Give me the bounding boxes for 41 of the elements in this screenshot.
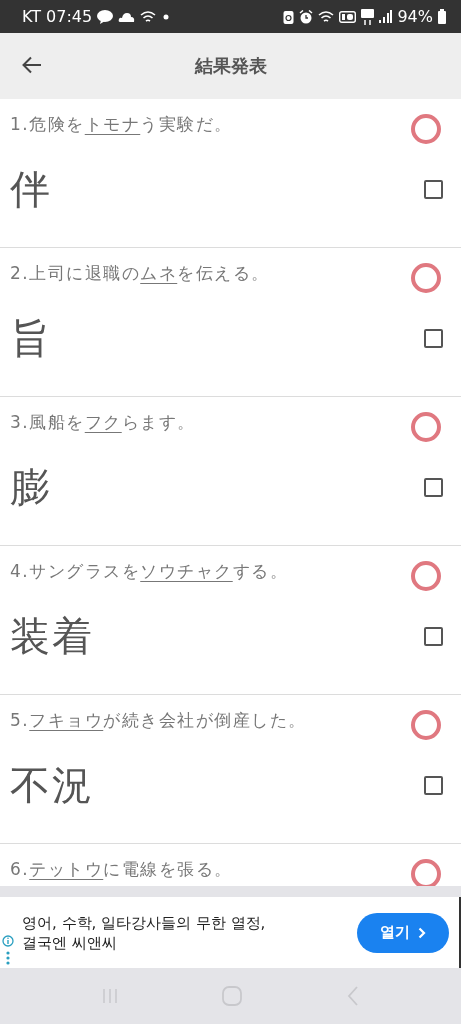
more-options-icon[interactable] bbox=[6, 951, 10, 965]
open-button[interactable]: 열기 bbox=[357, 912, 449, 953]
answer-text: 伴 bbox=[10, 164, 53, 214]
chevron-right-icon bbox=[418, 926, 426, 939]
carrier-time: KT 07:45 bbox=[22, 7, 93, 26]
question-text: 1.危険を トモナ う実験だ。 bbox=[10, 113, 234, 136]
checkbox[interactable] bbox=[424, 775, 443, 795]
circle-mark-icon bbox=[410, 560, 442, 592]
question-text: 5.フキョウ が続き会社が倒産した。 bbox=[10, 709, 308, 732]
checkbox[interactable] bbox=[424, 328, 443, 348]
checkbox[interactable] bbox=[424, 477, 443, 497]
circle-mark-icon bbox=[410, 858, 442, 886]
answer-text: 装着 bbox=[10, 611, 95, 661]
battery-percent: 94% bbox=[397, 7, 433, 26]
answer-text: 膨 bbox=[10, 462, 53, 512]
question-text: 4.サングラスを ソウチャク する。 bbox=[10, 560, 290, 583]
answer-text: 旨 bbox=[10, 313, 53, 363]
cloud-icon bbox=[118, 11, 136, 22]
wifi-icon bbox=[318, 10, 335, 23]
ad-banner[interactable]: 영어, 수학, 일타강사들의 무한 열정, 결국엔 씨앤씨 열기 bbox=[0, 897, 461, 968]
answer-text: 不況 bbox=[10, 760, 95, 810]
wifi-icon bbox=[140, 9, 157, 24]
screen-title: 結果発表 bbox=[194, 54, 267, 78]
question-text: 2.上司に退職のムネ を伝える。 bbox=[10, 262, 271, 285]
network-icon bbox=[361, 8, 375, 25]
circle-mark-icon bbox=[410, 113, 442, 145]
ad-text: 영어, 수학, 일타강사들의 무한 열정, 결국엔 씨앤씨 bbox=[22, 912, 267, 953]
checkbox[interactable] bbox=[424, 179, 443, 199]
question-text: 3.風船を フク らます。 bbox=[10, 411, 197, 434]
circle-mark-icon bbox=[410, 411, 442, 443]
signal-icon bbox=[379, 10, 393, 23]
chat-bubble-icon bbox=[97, 9, 114, 24]
circle-mark-icon bbox=[410, 709, 442, 741]
circle-mark-icon bbox=[410, 262, 442, 294]
hd-icon bbox=[339, 10, 357, 23]
back-arrow-icon bbox=[22, 55, 42, 74]
question-text: 6.テットウ に電線を張る。 bbox=[10, 858, 234, 881]
info-icon[interactable] bbox=[2, 935, 14, 947]
battery-icon bbox=[438, 9, 446, 24]
checkbox[interactable] bbox=[424, 626, 443, 646]
alarm-icon bbox=[299, 9, 314, 24]
